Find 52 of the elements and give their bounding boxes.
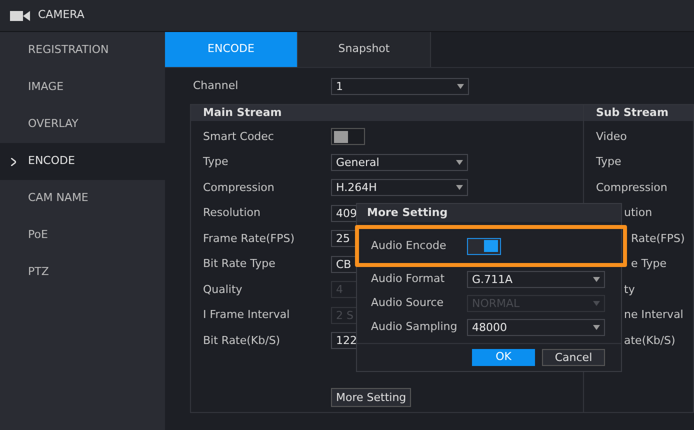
- sidebar-item[interactable]: ENCODE: [0, 143, 165, 180]
- field-label: ate(Kb/S): [624, 332, 676, 348]
- field-label: I Frame Interval: [203, 307, 291, 323]
- field-label: Smart Codec: [203, 128, 275, 144]
- toggle-switch[interactable]: [331, 128, 365, 146]
- caret-icon: [593, 276, 600, 282]
- dropdown-field[interactable]: H.264H: [331, 179, 468, 196]
- field-label: Bit Rate Type: [203, 256, 276, 272]
- toggle-switch[interactable]: [467, 238, 501, 254]
- field-label: Channel: [193, 78, 240, 94]
- field-label: ty: [624, 282, 635, 298]
- dialog-title: More Setting: [357, 204, 621, 222]
- caret-icon: [457, 84, 464, 88]
- dropdown-field[interactable]: 48000: [467, 318, 605, 336]
- caret-icon: [593, 324, 600, 330]
- caret-icon: [593, 300, 600, 306]
- field-label: ne Interval: [624, 307, 684, 323]
- caret-icon: [456, 160, 463, 165]
- field-label: Type: [596, 154, 622, 170]
- sidebar-item[interactable]: PoE: [0, 217, 165, 254]
- field-label: Audio Format: [371, 270, 446, 287]
- dropdown-field[interactable]: General: [331, 154, 468, 171]
- field-label: Frame Rate(FPS): [203, 230, 296, 246]
- sidebar-item[interactable]: REGISTRATION: [0, 32, 165, 69]
- dropdown-field[interactable]: G.711A: [467, 270, 605, 288]
- field-label: Compression: [203, 180, 276, 196]
- field-label: ution: [624, 205, 652, 221]
- field-label: Type: [203, 154, 230, 170]
- field-label: Video: [596, 128, 627, 144]
- sidebar-item[interactable]: CAM NAME: [0, 180, 165, 217]
- more-setting-button[interactable]: More Setting: [331, 388, 412, 408]
- section-header: Main Stream: [191, 105, 583, 121]
- field-label: Resolution: [203, 205, 262, 221]
- window-title: CAMERA: [38, 7, 84, 24]
- field-label: Audio Sampling: [371, 318, 458, 335]
- dropdown-field[interactable]: 1: [331, 78, 469, 94]
- field-label: e Type: [631, 256, 667, 272]
- chevron-icon: [11, 158, 16, 166]
- field-label: Rate(FPS): [631, 230, 685, 246]
- sidebar-item[interactable]: IMAGE: [0, 69, 165, 106]
- sidebar-item[interactable]: OVERLAY: [0, 106, 165, 143]
- cancel-button[interactable]: Cancel: [542, 349, 605, 366]
- field-label: Compression: [596, 180, 668, 196]
- sidebar-item[interactable]: PTZ: [0, 254, 165, 291]
- field-label: Quality: [203, 282, 244, 298]
- caret-icon: [456, 185, 463, 190]
- field-label: Audio Encode: [371, 238, 448, 254]
- tab[interactable]: Snapshot: [298, 32, 431, 67]
- field-label: Audio Source: [371, 294, 445, 311]
- field-label: Bit Rate(Kb/S): [203, 332, 282, 348]
- section-header: Sub Stream: [584, 105, 693, 121]
- camera-icon: [10, 10, 30, 22]
